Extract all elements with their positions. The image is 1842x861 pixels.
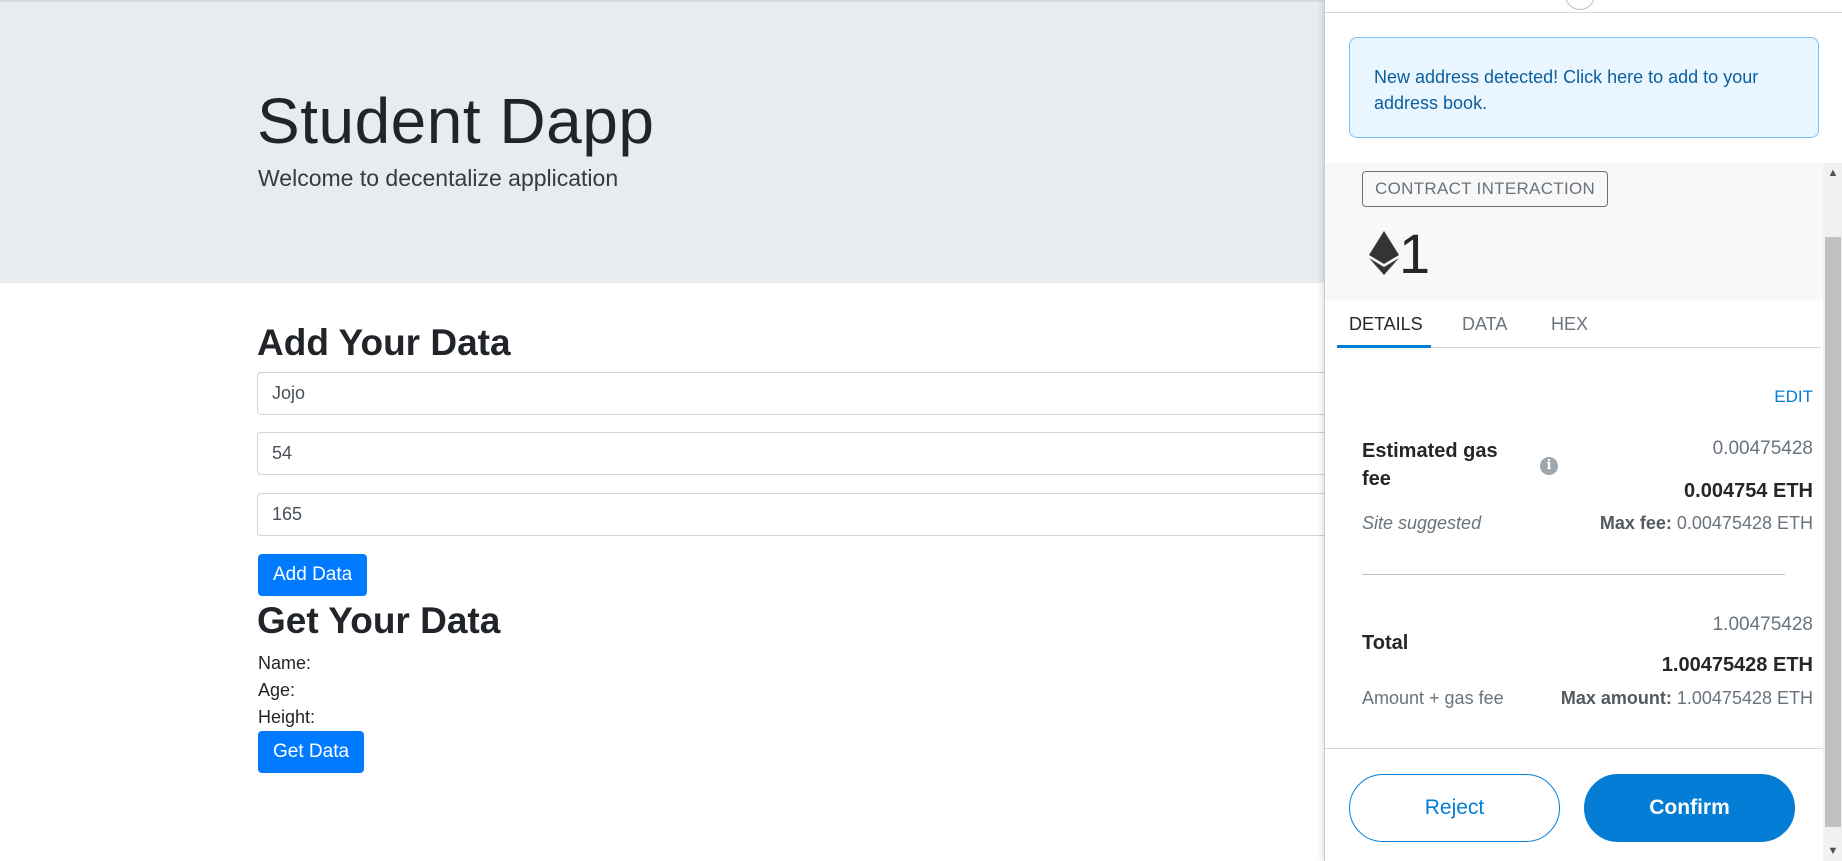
max-amount-label: Max amount: [1560,688,1672,708]
footer-divider [1325,748,1825,749]
popup-scrollbar[interactable]: ▲ ▼ [1823,163,1842,861]
height-input[interactable] [257,493,1357,536]
details-divider [1362,574,1785,575]
page: Student Dapp Welcome to decentalize appl… [0,0,1842,861]
site-suggested-label: Site suggested [1362,513,1482,533]
max-amount-value: 1.00475428 ETH [1676,688,1813,708]
scroll-down-arrow-icon[interactable]: ▼ [1823,843,1842,859]
gas-fee-label: Estimated gas fee [1362,440,1498,490]
tab-data[interactable]: DATA [1462,300,1507,348]
scroll-up-arrow-icon[interactable]: ▲ [1823,165,1842,181]
tab-hex[interactable]: HEX [1551,300,1588,348]
max-fee-label: Max fee: [1599,513,1672,533]
transaction-header: CONTRACT INTERACTION 1 [1325,163,1825,300]
add-data-heading: Add Your Data [257,322,511,363]
page-title: Student Dapp [257,85,655,157]
name-input[interactable] [257,372,1357,415]
get-data-button[interactable]: Get Data [258,731,365,773]
gas-fee-value: 0.00475428 [1712,438,1813,459]
page-subtitle: Welcome to decentalize application [258,165,619,191]
amount-gas-label: Amount + gas fee [1362,688,1504,708]
tab-details[interactable]: DETAILS [1349,300,1423,348]
popup-top-divider [1325,12,1842,13]
max-fee-value: 0.00475428 ETH [1676,513,1813,533]
info-icon[interactable]: i [1540,457,1558,475]
metamask-popup: New address detected! Click here to add … [1324,0,1842,861]
gas-fee-eth: 0.004754 ETH [1684,480,1813,502]
details-tabs: DETAILS DATA HEX [1337,300,1821,348]
active-tab-indicator [1337,345,1431,348]
max-amount: Max amount: 1.00475428 ETH [1561,688,1813,709]
age-input[interactable] [257,432,1357,475]
add-data-button[interactable]: Add Data [258,554,368,596]
confirm-button[interactable]: Confirm [1584,774,1795,842]
scrollbar-thumb[interactable] [1825,237,1841,827]
total-label: Total [1362,632,1409,654]
name-label: Name: [258,653,312,673]
total-eth: 1.00475428 ETH [1661,654,1813,676]
contract-interaction-badge: CONTRACT INTERACTION [1362,171,1609,207]
max-fee: Max fee: 0.00475428 ETH [1600,513,1813,534]
account-avatar[interactable] [1565,0,1595,10]
get-data-heading: Get Your Data [257,600,501,641]
height-label: Height: [258,707,316,727]
total-value: 1.00475428 [1712,614,1813,635]
edit-gas-link[interactable]: EDIT [1774,387,1813,407]
new-address-alert[interactable]: New address detected! Click here to add … [1349,37,1819,138]
eth-icon [1369,231,1399,275]
reject-button[interactable]: Reject [1349,774,1560,842]
confirm-scroll-area: CONTRACT INTERACTION 1 DETAILS DATA HEX … [1325,163,1825,748]
age-label: Age: [258,680,296,700]
transaction-amount: 1 [1399,222,1431,285]
